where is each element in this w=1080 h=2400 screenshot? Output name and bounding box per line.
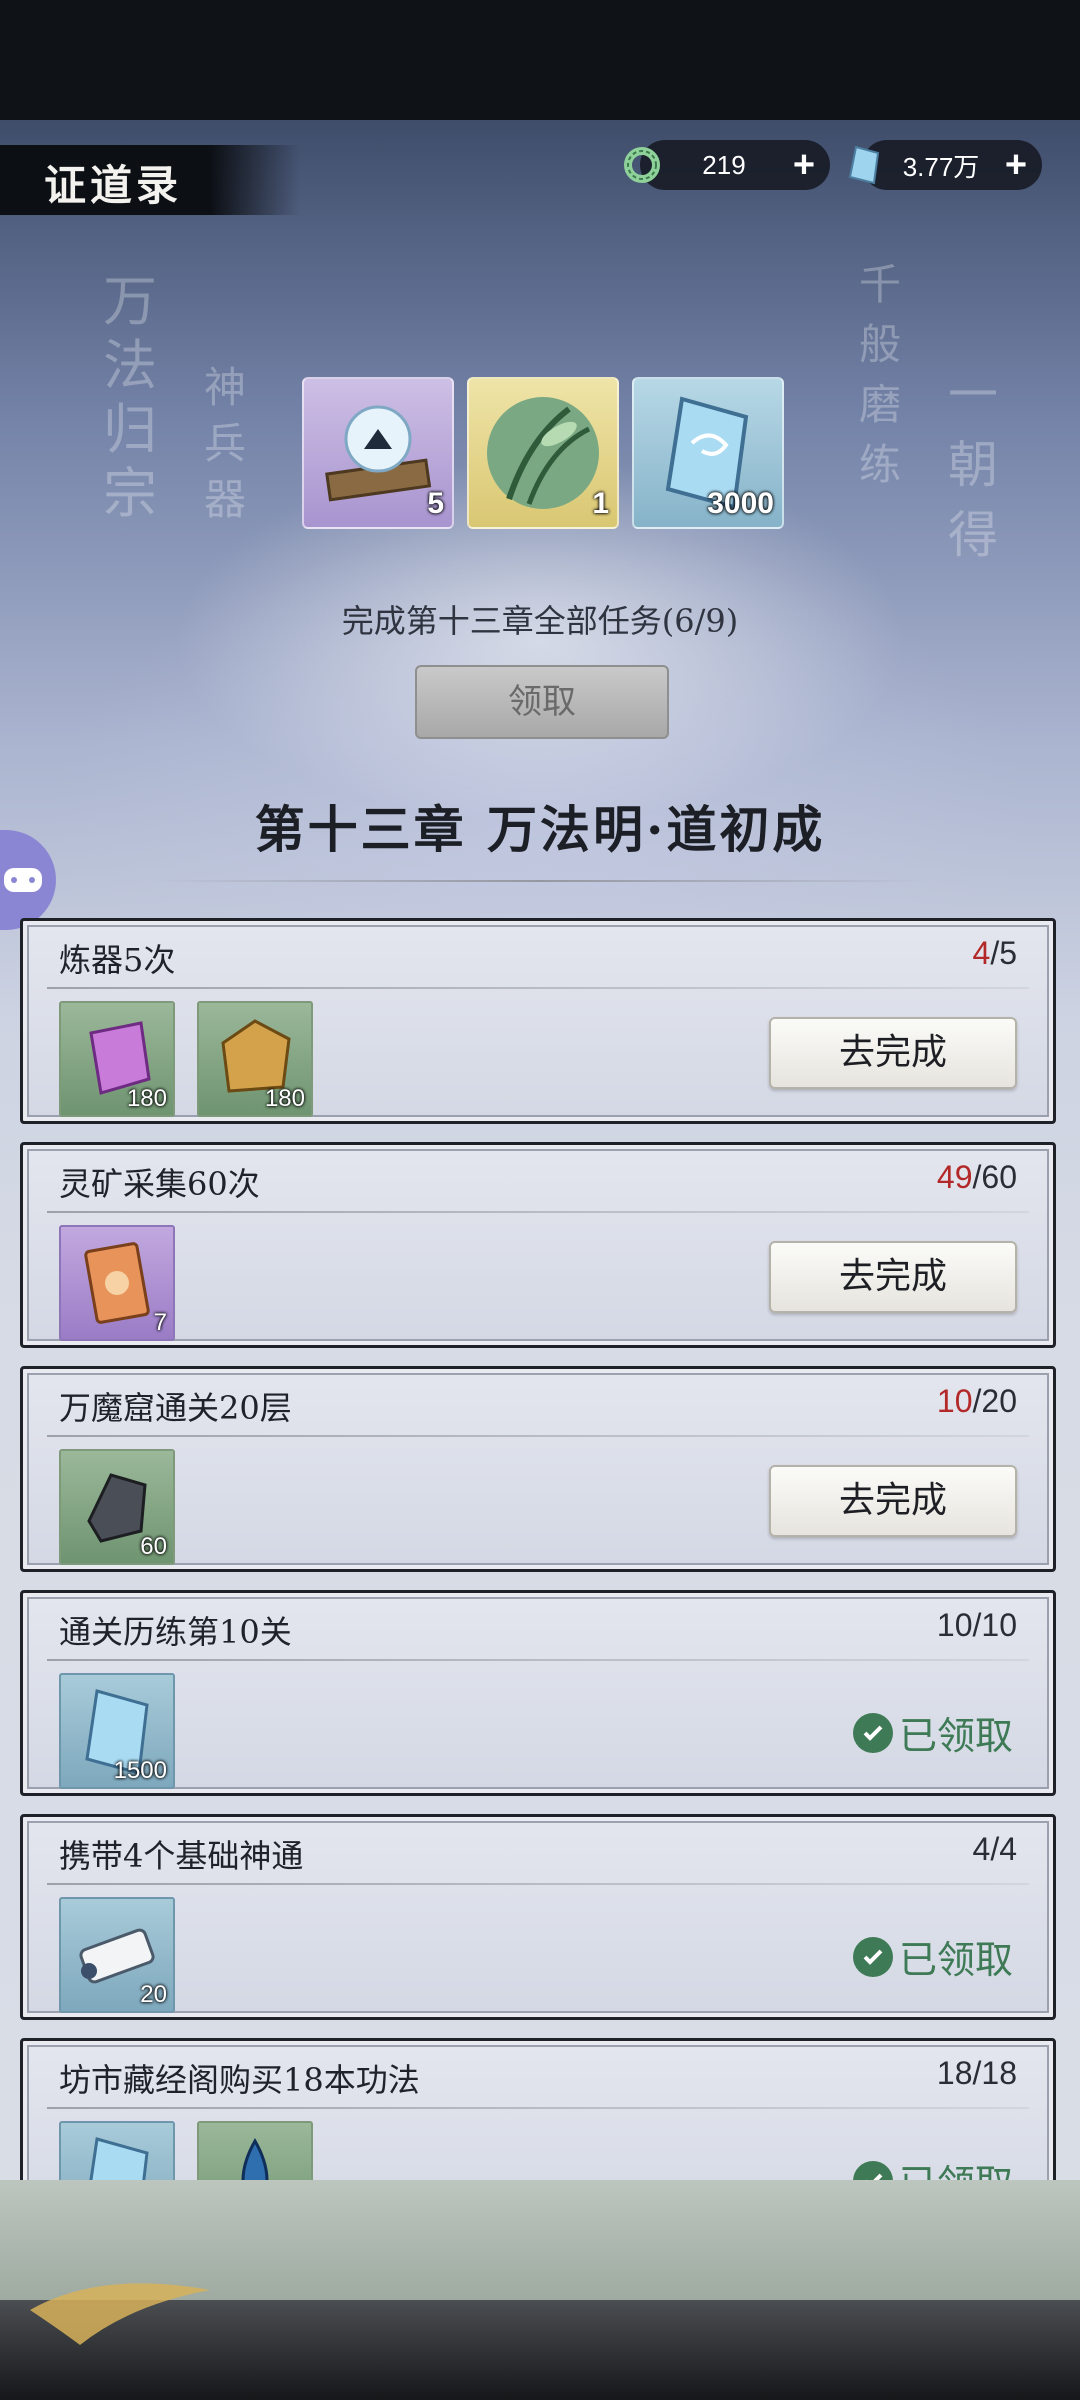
task-reward-item[interactable]: 20 bbox=[59, 1897, 175, 2013]
progress-total: /10 bbox=[972, 1607, 1017, 1643]
chapter-reward-item-3[interactable]: 3000 bbox=[632, 377, 784, 529]
add-jade-button[interactable]: + bbox=[784, 144, 824, 187]
item-qty: 7 bbox=[153, 1309, 167, 1336]
go-complete-button[interactable]: 去完成 bbox=[769, 1465, 1017, 1537]
task-progress: 10/20 bbox=[937, 1383, 1017, 1420]
reward-qty: 1 bbox=[592, 487, 609, 520]
card-divider bbox=[47, 2107, 1029, 2109]
go-complete-button[interactable]: 去完成 bbox=[769, 1017, 1017, 1089]
task-progress: 18/18 bbox=[937, 2055, 1017, 2092]
progress-current: 4 bbox=[972, 935, 991, 971]
progress-total: /5 bbox=[990, 935, 1017, 971]
progress-current: 10 bbox=[936, 1607, 973, 1643]
reward-qty: 5 bbox=[427, 487, 444, 520]
chapter-title: 第十三章 万法明·道初成 bbox=[254, 800, 826, 859]
task-name: 通关历练第10关 bbox=[59, 1613, 292, 1651]
card-divider bbox=[47, 1211, 1029, 1213]
jade-ring-icon bbox=[620, 143, 664, 187]
card-divider bbox=[47, 1435, 1029, 1437]
resource-crystal: 3.77万 + bbox=[848, 140, 1042, 190]
calligraphy-left-1: 万法归宗 bbox=[103, 270, 157, 525]
task-reward-item[interactable]: 180 bbox=[59, 1001, 175, 1117]
task-card: 万魔窟通关20层 10/20 60 去完成 bbox=[20, 1366, 1056, 1572]
top-status-band bbox=[0, 0, 1080, 120]
progress-current: 4 bbox=[972, 1831, 991, 1867]
progress-current: 10 bbox=[936, 1383, 973, 1419]
item-qty: 20 bbox=[140, 1981, 167, 2008]
task-progress: 10/10 bbox=[937, 1607, 1017, 1644]
item-qty: 180 bbox=[126, 1085, 167, 1112]
claim-chapter-reward-button[interactable]: 领取 bbox=[415, 665, 669, 739]
claimed-status: 已领取 bbox=[852, 1705, 1013, 1760]
chapter-divider bbox=[150, 880, 930, 882]
progress-total: /18 bbox=[972, 2055, 1017, 2091]
jade-count: 219 bbox=[702, 149, 746, 180]
reward-qty: 3000 bbox=[707, 487, 774, 520]
golden-brush-icon bbox=[30, 2283, 210, 2345]
task-reward-item[interactable]: 7 bbox=[59, 1225, 175, 1341]
chapter-task-text: 完成第十三章全部任务(6/9) bbox=[341, 602, 739, 640]
task-reward-item[interactable]: 180 bbox=[197, 1001, 313, 1117]
progress-current: 49 bbox=[936, 1159, 973, 1195]
resource-jade: 219 + bbox=[624, 140, 830, 190]
task-name: 坊市藏经阁购买18本功法 bbox=[59, 2061, 420, 2099]
card-divider bbox=[47, 1659, 1029, 1661]
task-card: 通关历练第10关 10/10 1500 已领取 bbox=[20, 1590, 1056, 1796]
task-reward-item[interactable]: 1500 bbox=[59, 1673, 175, 1789]
task-name: 携带4个基础神通 bbox=[59, 1837, 304, 1875]
task-progress: 4/5 bbox=[973, 935, 1017, 972]
spirit-crystal-icon bbox=[842, 143, 886, 187]
claimed-status: 已领取 bbox=[852, 1929, 1013, 1984]
check-icon bbox=[852, 1936, 893, 1977]
task-card: 炼器5次 4/5 180 180 去完成 bbox=[20, 918, 1056, 1124]
progress-total: /20 bbox=[972, 1383, 1017, 1419]
go-complete-button[interactable]: 去完成 bbox=[769, 1241, 1017, 1313]
claimed-label: 已领取 bbox=[898, 1714, 1013, 1758]
page-title: 证道录 bbox=[44, 161, 183, 210]
progress-total: /4 bbox=[990, 1831, 1017, 1867]
progress-current: 18 bbox=[936, 2055, 973, 2091]
task-card: 携带4个基础神通 4/4 20 已领取 bbox=[20, 1814, 1056, 2020]
task-card: 灵矿采集60次 49/60 7 去完成 bbox=[20, 1142, 1056, 1348]
claimed-label: 已领取 bbox=[898, 1938, 1013, 1982]
calligraphy-left-2: 神兵器 bbox=[203, 363, 246, 524]
task-name: 炼器5次 bbox=[59, 941, 176, 979]
chapter-reward-item-2[interactable]: 1 bbox=[467, 377, 619, 529]
calligraphy-right-2: 一朝得 bbox=[948, 366, 998, 564]
item-qty: 180 bbox=[264, 1085, 305, 1112]
crystal-count: 3.77万 bbox=[902, 151, 980, 182]
calligraphy-right-1: 千般磨练 bbox=[858, 260, 901, 489]
task-progress: 49/60 bbox=[937, 1159, 1017, 1196]
progress-total: /60 bbox=[972, 1159, 1017, 1195]
check-icon bbox=[852, 1712, 893, 1753]
task-name: 万魔窟通关20层 bbox=[59, 1389, 292, 1427]
card-divider bbox=[47, 1883, 1029, 1885]
task-progress: 4/4 bbox=[973, 1831, 1017, 1868]
task-reward-item[interactable]: 60 bbox=[59, 1449, 175, 1565]
chapter-reward-item-1[interactable]: 5 bbox=[302, 377, 454, 529]
card-divider bbox=[47, 987, 1029, 989]
item-qty: 1500 bbox=[113, 1757, 167, 1784]
task-name: 灵矿采集60次 bbox=[59, 1165, 260, 1203]
item-qty: 60 bbox=[140, 1533, 167, 1560]
add-crystal-button[interactable]: + bbox=[996, 144, 1036, 187]
